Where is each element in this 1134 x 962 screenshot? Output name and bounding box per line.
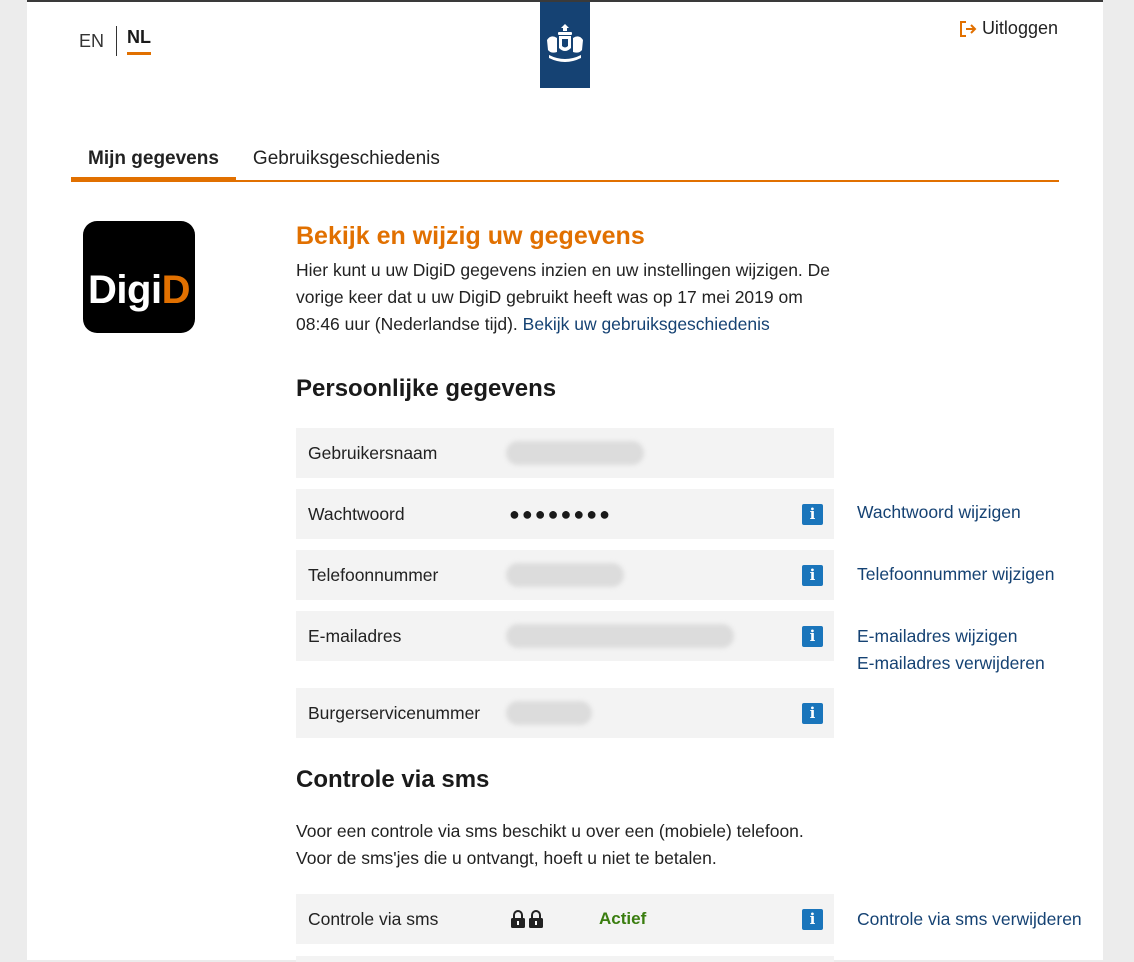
row-label: Controle via sms [308, 908, 439, 929]
sms-description: Voor een controle via sms beschikt u ove… [296, 821, 804, 868]
change-email-link[interactable]: E-mailadres wijzigen [857, 623, 1045, 650]
lock-icon [529, 910, 543, 928]
row-label: E-mailadres [308, 625, 402, 646]
logout-button[interactable]: Uitloggen [958, 18, 1058, 39]
lock-icons [510, 910, 544, 928]
lang-nl[interactable]: NL [127, 27, 152, 55]
phone-value-blurred [506, 563, 624, 587]
row-label: Telefoonnummer [308, 564, 439, 585]
sms-actions: Controle via sms verwijderen [857, 906, 1082, 933]
intro-text: Hier kunt u uw DigiD gegevens inzien en … [296, 257, 836, 338]
bsn-value-blurred [506, 701, 592, 725]
personal-data-heading: Persoonlijke gegevens [296, 375, 557, 402]
remove-email-link[interactable]: E-mailadres verwijderen [857, 650, 1045, 677]
username-value-blurred [506, 441, 644, 465]
coat-of-arms-icon [547, 24, 583, 62]
info-icon[interactable]: i [802, 702, 823, 724]
digid-logo: Digi D [83, 221, 195, 333]
change-phone-link[interactable]: Telefoonnummer wijzigen [857, 561, 1054, 588]
info-icon[interactable]: i [802, 908, 823, 930]
row-emailadres: E-mailadres i [296, 611, 834, 661]
digid-logo-text: Digi [88, 268, 162, 312]
lock-icon [511, 910, 525, 928]
government-logo [540, 2, 590, 88]
email-actions: E-mailadres wijzigen E-mailadres verwijd… [857, 623, 1045, 677]
email-value-blurred [506, 624, 734, 648]
lang-en[interactable]: EN [79, 31, 116, 52]
info-icon[interactable]: i [802, 625, 823, 647]
row-wachtwoord: Wachtwoord ●●●●●●●● i [296, 489, 834, 539]
digid-logo-d: D [161, 268, 191, 312]
row-burgerservicenummer: Burgerservicenummer i [296, 688, 834, 738]
sms-heading: Controle via sms [296, 766, 490, 793]
info-icon[interactable]: i [802, 564, 823, 586]
change-password-link[interactable]: Wachtwoord wijzigen [857, 499, 1021, 526]
row-controle-via-sms: Controle via sms Actief i [296, 894, 834, 944]
password-actions: Wachtwoord wijzigen [857, 499, 1021, 526]
tab-bar: Mijn gegevens Gebruiksgeschiedenis [71, 148, 1059, 182]
info-icon[interactable]: i [802, 503, 823, 525]
page-title: Bekijk en wijzig uw gegevens [296, 222, 645, 250]
remove-sms-link[interactable]: Controle via sms verwijderen [857, 906, 1082, 933]
row-label: Wachtwoord [308, 503, 405, 524]
logout-icon [959, 20, 977, 37]
row-gebruikersnaam: Gebruikersnaam [296, 428, 834, 478]
row-label: Gebruikersnaam [308, 442, 438, 463]
row-next-partial [296, 956, 834, 962]
intro-section: Bekijk en wijzig uw gegevens Hier kunt u… [296, 222, 836, 338]
logout-label: Uitloggen [981, 18, 1058, 38]
history-link[interactable]: Bekijk uw gebruiksgeschiedenis [523, 314, 770, 334]
row-label: Burgerservicenummer [308, 702, 481, 723]
tab-mijn-gegevens[interactable]: Mijn gegevens [71, 148, 236, 181]
lang-divider [116, 26, 118, 56]
page: EN NL Uitloggen Mijn gegevens Gebruiksge… [27, 0, 1103, 962]
row-telefoonnummer: Telefoonnummer i [296, 550, 834, 600]
language-switch: EN NL [79, 26, 152, 56]
sms-status-badge: Actief [599, 909, 647, 928]
phone-actions: Telefoonnummer wijzigen [857, 561, 1054, 588]
password-value: ●●●●●●●● [509, 503, 612, 524]
tab-gebruiksgeschiedenis[interactable]: Gebruiksgeschiedenis [236, 148, 457, 180]
